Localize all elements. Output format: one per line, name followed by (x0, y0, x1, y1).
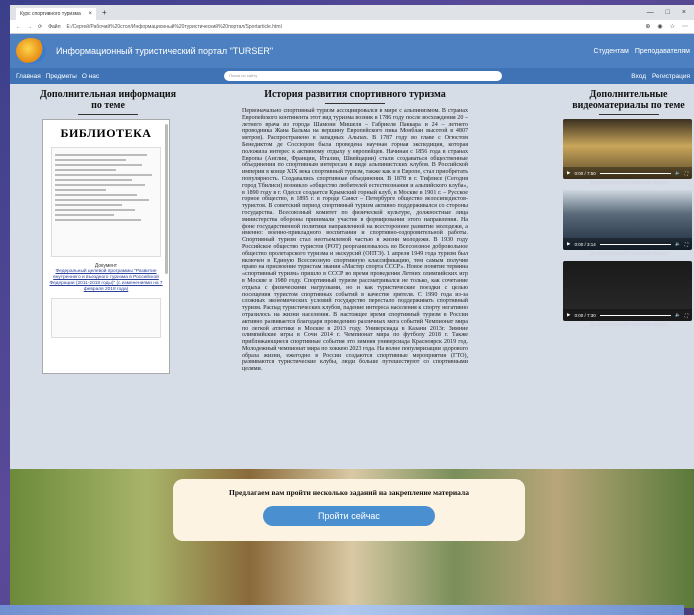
back-icon[interactable]: ← (16, 24, 21, 30)
play-icon[interactable]: ▶ (567, 312, 570, 318)
volume-icon[interactable]: 🔈 (675, 241, 681, 247)
search-input[interactable]: Поиск по сайту (224, 71, 503, 81)
cta-text: Предлагаем вам пройти несколько заданий … (229, 488, 469, 497)
progress-bar[interactable] (599, 243, 672, 245)
video-column: Дополнительные видеоматериалы по теме ▶ 0… (563, 89, 694, 328)
site-header: Информационный туристический портал "TUR… (10, 34, 694, 68)
scheme-label: Файл (48, 23, 61, 30)
video-controls[interactable]: ▶ 0:00 / 7:50 🔈 ⛶ (563, 167, 692, 179)
address-bar: ← → ⟳ Файл E:/Сергей/Рабочий%20стол/Инфо… (10, 20, 694, 34)
window-controls: — □ × (647, 9, 694, 16)
video-caption: Дополнительное название видео (590, 180, 667, 186)
video-player[interactable]: ▶ 0:00 / 7:50 🔈 ⛶ (563, 119, 692, 179)
bottom-strip (0, 605, 684, 615)
article-text: Первоначально спортивный туризм ассоциир… (242, 108, 468, 373)
maximize-icon[interactable]: □ (666, 9, 670, 16)
nav-subjects[interactable]: Предметы (46, 73, 77, 80)
volume-icon[interactable]: 🔈 (675, 170, 681, 176)
zoom-icon[interactable]: ⊕ (645, 23, 650, 30)
register-link[interactable]: Регистрация (652, 73, 690, 80)
video-controls[interactable]: ▶ 0:00 / 7:30 🔈 ⛶ (563, 309, 692, 321)
heading-underline (598, 114, 659, 115)
minimize-icon[interactable]: — (647, 9, 654, 16)
video-caption: Дополнительное название видео (590, 322, 667, 328)
video-caption: Дополнительное название видео (590, 251, 667, 257)
reload-icon[interactable]: ⟳ (38, 24, 42, 30)
main-nav: Главная Предметы О нас Поиск по сайту Вх… (10, 68, 694, 84)
menu-icon[interactable]: ⋯ (682, 23, 688, 30)
start-now-button[interactable]: Пройти сейчас (263, 506, 435, 526)
fullscreen-icon[interactable]: ⛶ (685, 171, 688, 176)
heading-underline (78, 114, 138, 115)
left-column: Дополнительная информация по теме БИБЛИО… (38, 89, 178, 374)
volume-icon[interactable]: 🔈 (675, 312, 681, 318)
document-preview[interactable] (51, 147, 161, 257)
auth-links: Вход Регистрация (631, 73, 694, 80)
heading-underline (325, 103, 385, 104)
nav-about[interactable]: О нас (82, 73, 99, 80)
article-column: История развития спортивного туризма Пер… (242, 89, 468, 373)
video-controls[interactable]: ▶ 0:00 / 3:14 🔈 ⛶ (563, 238, 692, 250)
browser-tab[interactable]: Курс спортивного туризма × (16, 8, 96, 20)
teachers-link[interactable]: Преподавателям (635, 48, 690, 55)
fullscreen-icon[interactable]: ⛶ (685, 242, 688, 247)
video-player[interactable]: ▶ 0:00 / 3:14 🔈 ⛶ (563, 190, 692, 250)
play-icon[interactable]: ▶ (567, 170, 570, 176)
site-title: Информационный туристический портал "TUR… (56, 46, 274, 56)
header-links: Студентам Преподавателям (594, 48, 694, 55)
nav-home[interactable]: Главная (16, 73, 41, 80)
video-time: 0:00 / 7:30 (574, 312, 596, 318)
document-preview-2[interactable] (51, 298, 161, 338)
video-heading: Дополнительные видеоматериалы по теме (572, 89, 685, 111)
article-heading: История развития спортивного туризма (264, 89, 446, 100)
video-time: 0:00 / 7:50 (574, 170, 596, 176)
fullscreen-icon[interactable]: ⛶ (685, 313, 688, 318)
students-link[interactable]: Студентам (594, 48, 629, 55)
close-window-icon[interactable]: × (682, 9, 686, 16)
content-area: Дополнительная информация по теме БИБЛИО… (10, 84, 694, 469)
new-tab-button[interactable]: + (102, 8, 107, 17)
cta-panel: Предлагаем вам пройти несколько заданий … (173, 479, 525, 541)
video-time: 0:00 / 3:14 (574, 241, 596, 247)
forward-icon[interactable]: → (27, 24, 32, 30)
extensions: ⊕ ◉ ☆ ⋯ (645, 23, 688, 30)
library-title: БИБЛИОТЕКА (60, 126, 152, 140)
tab-bar: Курс спортивного туризма × + — □ × (10, 5, 694, 20)
progress-bar[interactable] (599, 172, 672, 174)
url-input[interactable]: E:/Сергей/Рабочий%20стол/Информационный%… (67, 24, 640, 30)
library-scrollbar[interactable] (165, 124, 168, 274)
left-heading: Дополнительная информация по теме (39, 89, 177, 111)
progress-bar[interactable] (599, 314, 672, 316)
tab-title: Курс спортивного туризма (20, 11, 81, 17)
site-logo[interactable] (16, 38, 46, 64)
login-link[interactable]: Вход (631, 73, 646, 80)
extension-icon[interactable]: ◉ (657, 23, 662, 30)
library-panel[interactable]: БИБЛИОТЕКА Документ Федеральный целевой … (42, 119, 170, 374)
video-player[interactable]: ▶ 0:00 / 7:30 🔈 ⛶ (563, 261, 692, 321)
document-link[interactable]: Федеральный целевой программы "Развитие … (43, 269, 169, 293)
play-icon[interactable]: ▶ (567, 241, 570, 247)
favorite-icon[interactable]: ☆ (670, 23, 675, 30)
close-tab-icon[interactable]: × (88, 11, 92, 17)
